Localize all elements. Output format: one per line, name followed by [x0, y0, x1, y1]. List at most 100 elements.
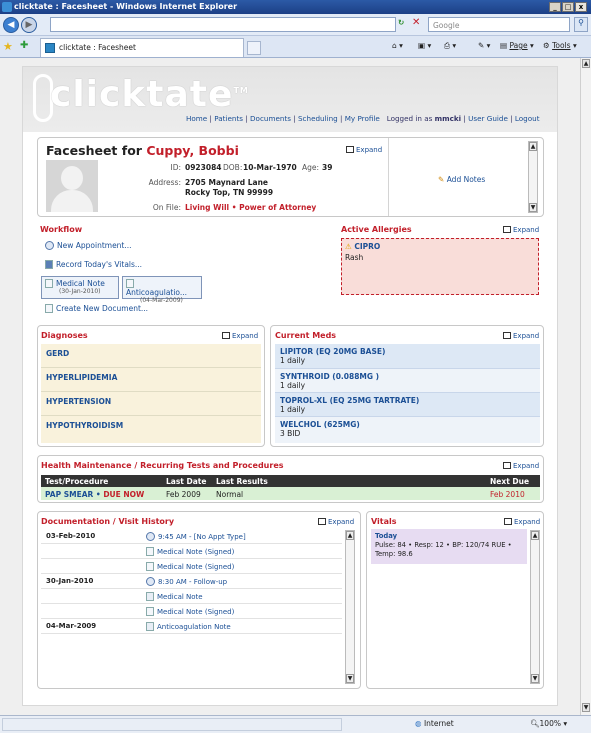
history-row[interactable]: 30-Jan-2010 8:30 AM - Follow-up	[41, 574, 342, 589]
add-favorites-icon[interactable]: ✚	[20, 40, 28, 51]
back-button[interactable]: ◀	[3, 17, 19, 33]
nav-home[interactable]: Home	[186, 114, 207, 123]
scroll-down-arrow[interactable]: ▼	[529, 203, 537, 212]
favorites-star-icon[interactable]: ★	[3, 40, 13, 53]
diagnosis-item[interactable]: GERD	[41, 344, 261, 368]
username: mmcki	[434, 114, 462, 123]
health-expand-link[interactable]: Expand	[503, 462, 539, 470]
table-row[interactable]: PAP SMEAR • DUE NOW Feb 2009 Normal Feb …	[41, 487, 540, 500]
vitals-scrollbar[interactable]: ▲ ▼	[530, 530, 540, 684]
page-scrollbar[interactable]: ▲ ▼	[580, 58, 591, 715]
med-item[interactable]: SYNTHROID (0.088MG ) 1 daily	[275, 369, 540, 393]
doc-shortcut-medical-note[interactable]: Medical Note (30-Jan-2010)	[41, 276, 119, 299]
history-row[interactable]: 03-Feb-2010 9:45 AM - [No Appt Type]	[41, 529, 342, 544]
diagnosis-item[interactable]: HYPOTHYROIDISM	[41, 416, 261, 443]
history-row[interactable]: Medical Note	[41, 589, 342, 604]
nav-logout[interactable]: Logout	[515, 114, 540, 123]
history-row[interactable]: 04-Mar-2009 Anticoagulation Note	[41, 619, 342, 634]
history-list: 03-Feb-2010 9:45 AM - [No Appt Type] Medi…	[41, 529, 342, 684]
meds-panel: Current Meds Expand LIPITOR (EQ 20MG BAS…	[270, 325, 544, 447]
meds-expand-link[interactable]: Expand	[503, 332, 539, 340]
add-notes-link[interactable]: ✎ Add Notes	[438, 175, 485, 184]
diagnosis-item[interactable]: HYPERTENSION	[41, 392, 261, 416]
tools-menu[interactable]: ⚙ Tools ▾	[543, 41, 577, 50]
search-icon[interactable]: ⚲	[574, 17, 588, 32]
document-icon	[45, 279, 53, 288]
zoom-icon: 🔍︎	[530, 719, 540, 728]
new-appointment-link[interactable]: New Appointment...	[45, 241, 132, 250]
onfile-items: Living Will • Power of Attorney	[185, 203, 317, 212]
new-tab-button[interactable]	[247, 41, 261, 55]
scroll-up-arrow[interactable]: ▲	[582, 59, 590, 68]
create-document-link[interactable]: Create New Document...	[45, 304, 148, 313]
scroll-down-arrow[interactable]: ▼	[531, 674, 539, 683]
history-scrollbar[interactable]: ▲ ▼	[345, 530, 355, 684]
allergy-name: ⚠ CIPRO	[345, 242, 381, 251]
address-input[interactable]	[50, 17, 396, 32]
app-logo[interactable]: clicktateTM	[50, 74, 249, 115]
scroll-up-arrow[interactable]: ▲	[346, 531, 354, 540]
clock-icon	[45, 241, 54, 250]
doc-shortcut-anticoagulation[interactable]: Anticoagulatio... (04-Mar-2009)	[122, 276, 202, 304]
med-item[interactable]: WELCHOL (625MG) 3 BID	[275, 417, 540, 443]
med-item[interactable]: TOPROL-XL (EQ 25MG TARTRATE) 1 daily	[275, 393, 540, 417]
scroll-down-arrow[interactable]: ▼	[582, 703, 590, 712]
history-row[interactable]: Medical Note (Signed)	[41, 559, 342, 574]
living-will-link[interactable]: Living Will	[185, 203, 229, 212]
diagnoses-panel: Diagnoses Expand GERD HYPERLIPIDEMIA HYP…	[37, 325, 265, 447]
nav-user-guide[interactable]: User Guide	[468, 114, 508, 123]
search-input[interactable]: Google	[428, 17, 570, 32]
onfile-label: On File:	[152, 203, 181, 212]
nav-scheduling[interactable]: Scheduling	[298, 114, 338, 123]
tab-row: ★ ✚ clicktate : Facesheet ⌂ ▾ ▣ ▾ ⎙ ▾ ✎ …	[0, 36, 591, 58]
status-text-area	[2, 718, 342, 731]
vitals-expand-link[interactable]: Expand	[504, 518, 540, 526]
meds-title: Current Meds	[275, 331, 337, 340]
vitals-title: Vitals	[371, 517, 397, 526]
history-row[interactable]: Medical Note (Signed)	[41, 604, 342, 619]
zoom-level[interactable]: 🔍︎100% ▾	[530, 719, 567, 728]
maximize-button[interactable]: □	[562, 2, 574, 12]
patient-dob: 10-Mar-1970	[243, 163, 297, 172]
age-label: Age:	[302, 163, 320, 172]
facesheet-divider	[388, 138, 389, 216]
facesheet-expand-link[interactable]: Expand	[346, 146, 382, 154]
home-icon[interactable]: ⌂ ▾	[392, 41, 403, 50]
edit-icon[interactable]: ✎ ▾	[478, 41, 490, 50]
scroll-up-arrow[interactable]: ▲	[531, 531, 539, 540]
record-vitals-link[interactable]: Record Today's Vitals...	[45, 260, 142, 269]
poa-link[interactable]: Power of Attorney	[239, 203, 316, 212]
allergies-expand-link[interactable]: Expand	[503, 226, 539, 234]
print-icon[interactable]: ⎙ ▾	[444, 41, 456, 51]
allergy-reaction: Rash	[345, 253, 364, 262]
diagnosis-item[interactable]: HYPERLIPIDEMIA	[41, 368, 261, 392]
minimize-button[interactable]: _	[549, 2, 561, 12]
nav-patients[interactable]: Patients	[214, 114, 243, 123]
address-label: Address:	[148, 178, 181, 187]
close-button[interactable]: x	[575, 2, 587, 12]
med-item[interactable]: LIPITOR (EQ 20MG BASE) 1 daily	[275, 344, 540, 369]
status-bar: ◍ Internet 🔍︎100% ▾	[0, 715, 591, 733]
scroll-up-arrow[interactable]: ▲	[529, 142, 537, 151]
top-nav: Home | Patients | Documents | Scheduling…	[186, 114, 540, 123]
globe-icon: ◍	[415, 719, 422, 728]
feeds-icon[interactable]: ▣ ▾	[418, 41, 431, 50]
diagnoses-expand-link[interactable]: Expand	[222, 332, 258, 340]
browser-tab[interactable]: clicktate : Facesheet	[40, 38, 244, 57]
forward-button[interactable]: ▶	[21, 17, 37, 33]
chart-icon	[45, 260, 53, 269]
workflow-title: Workflow	[40, 225, 83, 234]
history-expand-link[interactable]: Expand	[318, 518, 354, 526]
patient-name: Cuppy, Bobbi	[146, 143, 239, 158]
page-menu[interactable]: ▤ Page ▾	[500, 41, 534, 50]
nav-my-profile[interactable]: My Profile	[345, 114, 380, 123]
stop-icon[interactable]: ✕	[412, 17, 424, 30]
clock-icon	[146, 577, 155, 586]
history-row[interactable]: Medical Note (Signed)	[41, 544, 342, 559]
internet-zone[interactable]: ◍ Internet	[415, 719, 454, 728]
scroll-down-arrow[interactable]: ▼	[346, 674, 354, 683]
document-icon	[146, 607, 154, 616]
notes-scrollbar[interactable]: ▲ ▼	[528, 141, 538, 213]
refresh-icon[interactable]: ↻	[398, 18, 408, 31]
nav-documents[interactable]: Documents	[250, 114, 291, 123]
